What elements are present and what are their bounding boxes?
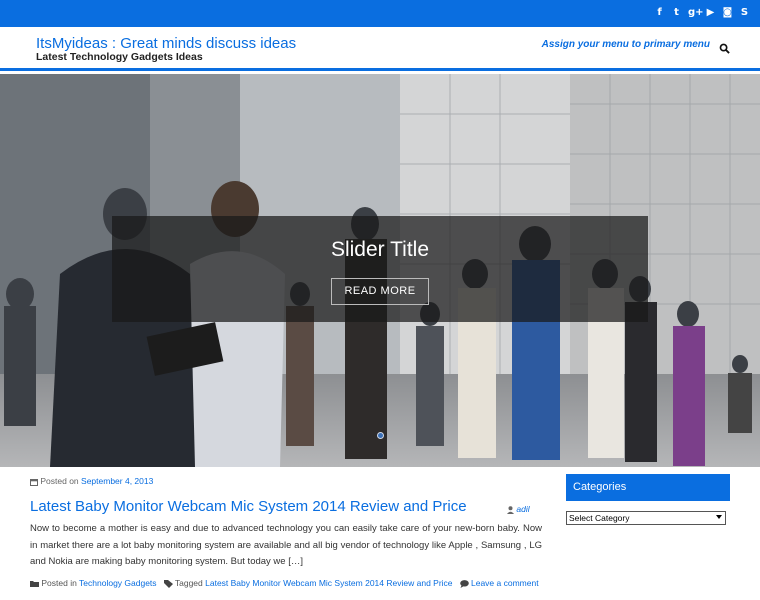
google-plus-icon[interactable]: g+ xyxy=(688,7,704,19)
post-footer-meta: Posted in Technology Gadgets Tagged Late… xyxy=(30,578,539,588)
search-icon[interactable] xyxy=(719,43,730,54)
slider-title: Slider Title xyxy=(330,238,430,261)
comment-icon xyxy=(459,579,469,588)
hero-slider[interactable]: Slider Title READ MORE xyxy=(0,74,760,467)
posted-in-label: Posted in xyxy=(41,578,77,588)
twitter-icon[interactable]: t xyxy=(671,7,682,19)
facebook-icon[interactable]: f xyxy=(654,7,665,19)
youtube-icon[interactable]: ▶ xyxy=(705,7,716,19)
user-icon xyxy=(507,505,514,514)
slider-pagination-dot[interactable] xyxy=(377,432,384,439)
leave-comment-link[interactable]: Leave a comment xyxy=(471,578,539,588)
author-link[interactable]: adil xyxy=(516,504,529,514)
skype-icon[interactable]: S xyxy=(739,7,750,19)
social-links: f t g+ ▶ ◙ S xyxy=(654,7,750,19)
site-title[interactable]: ItsMyideas : Great minds discuss ideas xyxy=(36,35,296,52)
post-date-meta: Posted on September 4, 2013 xyxy=(30,476,153,486)
folder-icon xyxy=(30,581,39,588)
post-excerpt: Now to become a mother is easy and due t… xyxy=(30,523,542,567)
categories-widget-title: Categories xyxy=(566,474,730,501)
site-header: ItsMyideas : Great minds discuss ideas L… xyxy=(0,27,760,71)
instagram-icon[interactable]: ◙ xyxy=(722,7,733,19)
post-date-link[interactable]: September 4, 2013 xyxy=(81,476,153,486)
chevron-down-icon xyxy=(716,515,722,519)
read-more-button[interactable]: READ MORE xyxy=(331,278,429,305)
site-description: Latest Technology Gadgets Ideas xyxy=(36,51,203,63)
tag-icon xyxy=(163,579,173,588)
top-bar: f t g+ ▶ ◙ S xyxy=(0,0,760,27)
post-author: adil xyxy=(507,504,530,514)
primary-menu-notice[interactable]: Assign your menu to primary menu xyxy=(542,39,710,50)
tag-link[interactable]: Latest Baby Monitor Webcam Mic System 20… xyxy=(205,578,452,588)
posted-on-label: Posted on xyxy=(40,476,79,486)
post-title[interactable]: Latest Baby Monitor Webcam Mic System 20… xyxy=(30,498,467,515)
calendar-icon xyxy=(30,478,38,486)
category-link[interactable]: Technology Gadgets xyxy=(79,578,157,588)
category-select[interactable]: Select Category xyxy=(566,511,726,525)
slider-caption: Slider Title READ MORE xyxy=(112,216,648,322)
category-select-value: Select Category xyxy=(569,513,630,523)
tagged-label: Tagged xyxy=(174,578,203,588)
